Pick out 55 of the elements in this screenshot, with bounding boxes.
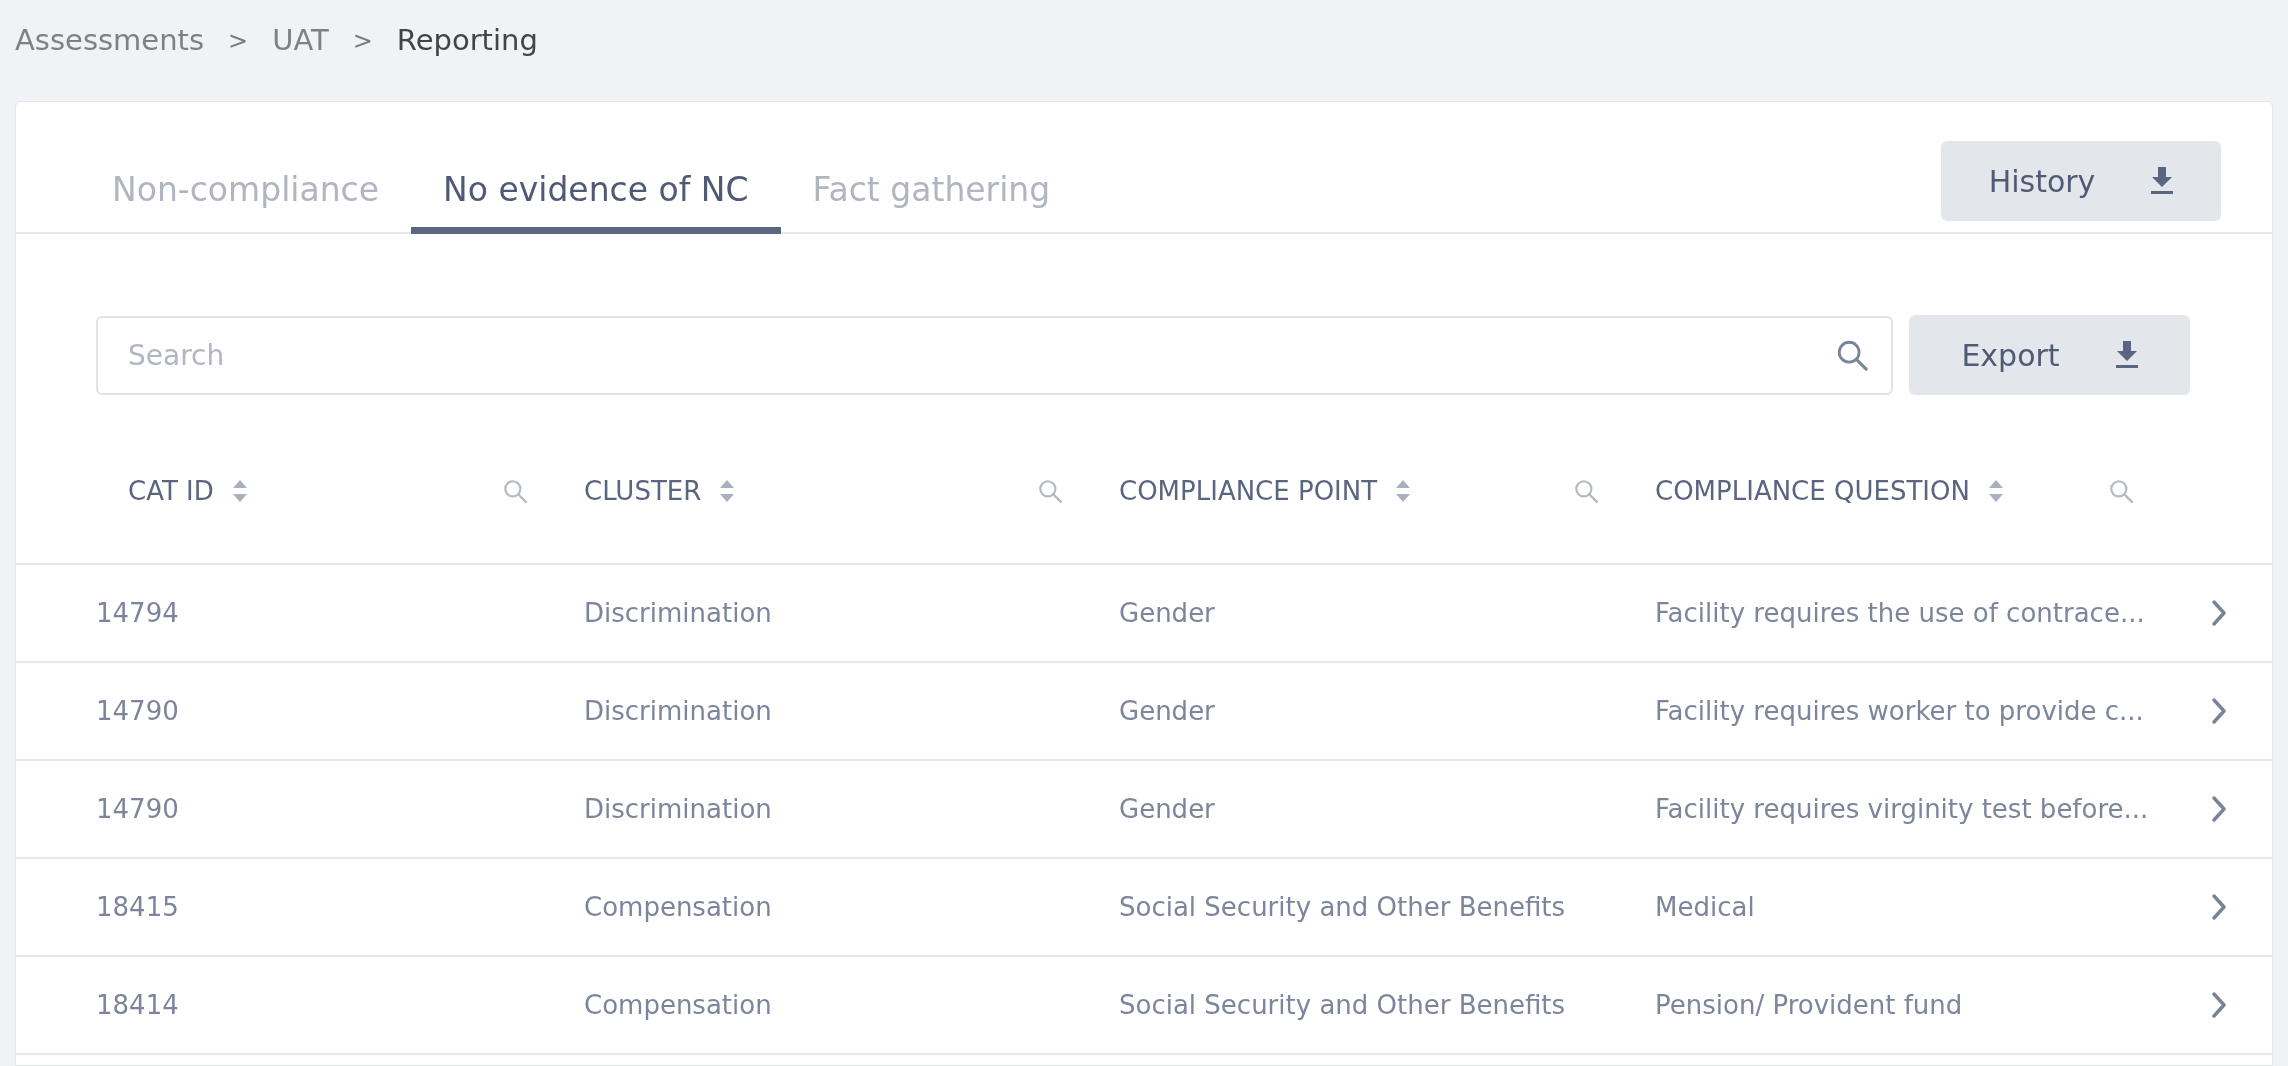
chevron-right-icon[interactable] bbox=[2210, 697, 2228, 725]
table-cell: Facility requires virginity test before... bbox=[1655, 793, 2149, 824]
download-icon bbox=[2151, 167, 2174, 195]
table-cell: Compensation bbox=[584, 891, 772, 922]
table-cell: 14794 bbox=[96, 597, 179, 628]
table-cell: Facility requires the use of contrace... bbox=[1655, 597, 2145, 628]
column-header[interactable]: CLUSTER bbox=[584, 471, 702, 511]
table-cell: 18415 bbox=[96, 891, 179, 922]
breadcrumb-separator: > bbox=[228, 26, 249, 57]
table-cell: Gender bbox=[1119, 793, 1215, 824]
table-cell: Pension/ Provident fund bbox=[1655, 989, 1963, 1020]
table-cell: 18414 bbox=[96, 989, 179, 1020]
table-cell: 14790 bbox=[96, 695, 179, 726]
sort-icon[interactable] bbox=[1395, 478, 1412, 504]
download-icon bbox=[2115, 341, 2138, 369]
column-header[interactable]: CAT ID bbox=[128, 471, 214, 511]
chevron-right-icon[interactable] bbox=[2210, 599, 2228, 627]
sort-icon[interactable] bbox=[1987, 478, 2004, 504]
table-cell: Discrimination bbox=[584, 793, 772, 824]
column-header[interactable]: COMPLIANCE QUESTION bbox=[1655, 471, 1970, 511]
export-button[interactable]: Export bbox=[1909, 315, 2190, 395]
table-row[interactable]: 14794 Discrimination Gender Facility requires the use of contrace... bbox=[16, 565, 2272, 663]
column-search-icon[interactable] bbox=[2108, 478, 2134, 504]
table-cell: Social Security and Other Benefits bbox=[1119, 989, 1566, 1020]
table-cell: Medical bbox=[1655, 891, 1755, 922]
table-cell: Social Security and Other Benefits bbox=[1119, 891, 1566, 922]
table-cell: Gender bbox=[1119, 695, 1215, 726]
chevron-right-icon[interactable] bbox=[2210, 991, 2228, 1019]
column-search-icon[interactable] bbox=[502, 478, 528, 504]
history-button[interactable]: History bbox=[1941, 141, 2221, 221]
tab[interactable]: Non-compliance bbox=[80, 152, 412, 234]
table-cell: Gender bbox=[1119, 597, 1215, 628]
table-row[interactable]: 18415 Compensation Social Security and Other Benefits Medical bbox=[16, 859, 2272, 957]
table-row[interactable]: 14790 Discrimination Gender Facility requires virginity test before... bbox=[16, 761, 2272, 859]
table-cell: Discrimination bbox=[584, 695, 772, 726]
search-field[interactable]: Search bbox=[96, 315, 1893, 395]
sort-icon[interactable] bbox=[719, 478, 736, 504]
breadcrumb-link[interactable]: UAT bbox=[272, 19, 329, 63]
table-cell: Facility requires worker to provide c... bbox=[1655, 695, 2144, 726]
table-cell: Compensation bbox=[584, 989, 772, 1020]
chevron-right-icon[interactable] bbox=[2210, 795, 2228, 823]
table-row[interactable]: 14790 Discrimination Gender Facility requires worker to provide c... bbox=[16, 663, 2272, 761]
breadcrumb-separator: > bbox=[352, 26, 373, 57]
tab[interactable]: Fact gathering bbox=[780, 152, 1083, 234]
table-cell: Discrimination bbox=[584, 597, 772, 628]
breadcrumb-link[interactable]: Reporting bbox=[396, 19, 538, 63]
table-row[interactable]: 18414 Compensation Social Security and Other Benefits Pension/ Provident fund bbox=[16, 957, 2272, 1055]
column-search-icon[interactable] bbox=[1573, 478, 1599, 504]
column-search-icon[interactable] bbox=[1037, 478, 1063, 504]
chevron-right-icon[interactable] bbox=[2210, 893, 2228, 921]
table-cell: 14790 bbox=[96, 793, 179, 824]
tab[interactable]: No evidence of NC bbox=[411, 152, 781, 234]
column-header[interactable]: COMPLIANCE POINT bbox=[1119, 471, 1378, 511]
breadcrumb-link[interactable]: Assessments bbox=[15, 19, 205, 63]
sort-icon[interactable] bbox=[231, 478, 248, 504]
